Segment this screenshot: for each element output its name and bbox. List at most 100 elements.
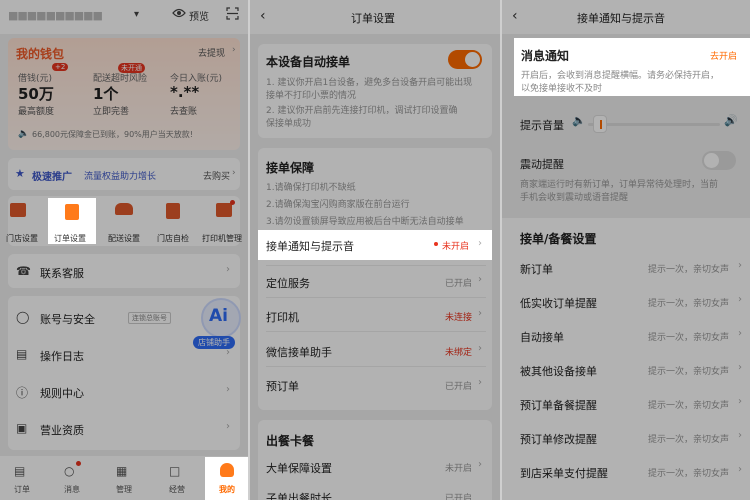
withdraw-link[interactable]: 去提现 [198,46,225,59]
stat-income-value[interactable]: *.** [170,83,199,101]
stat-loan-badge: +2 [52,63,69,71]
settings-row-value: 提示一次，亲切女声 [648,401,730,411]
order-settings-highlight[interactable]: 订单设置 [48,198,96,244]
auto-accept-tip-4: 保接单成功 [266,119,312,129]
printer-row[interactable]: 打印机 [266,309,299,325]
section-title: 接单/备餐设置 [520,232,597,246]
stat-risk-value[interactable]: 1个 [93,83,118,104]
wallet-title: 我的钱包 [16,47,65,61]
volume-knob[interactable] [593,115,608,133]
settings-row-label[interactable]: 自动接单 [520,329,564,345]
location-row[interactable]: 定位服务 [266,275,310,291]
auto-accept-tip-2: 接单不打印小票的情况 [266,91,357,101]
back-icon[interactable]: ‹ [512,8,518,24]
tab-messages[interactable]: 消息 [64,484,80,495]
auto-accept-title: 本设备自动接单 [266,55,351,69]
tool-order-settings[interactable]: 订单设置 [54,233,86,244]
settings-row-label[interactable]: 到店采单支付提醒 [520,465,608,481]
menu-label-service: 联系客服 [40,267,84,280]
auto-accept-tip-3: 2. 建议你开启前先连接打印机，调试打印设置确 [266,106,458,116]
settings-row-label[interactable]: 预订单修改提醒 [520,431,597,447]
wechat-row[interactable]: 微信接单助手 [266,344,332,360]
tab-mine[interactable]: 我的 [219,484,235,495]
message-notify-highlight[interactable]: 消息通知 去开启 开启后，会收到消息提醒横幅。请务必保持开启， 以免接单接收不及… [514,38,750,96]
guarantee-tip-1: 1.请确保打印机不缺纸 [266,183,356,193]
volume-track[interactable] [588,123,720,126]
wallet-notice: 66,800元保障金已到账，90%用户当天放款! [32,130,193,139]
row-divider [266,366,486,367]
assistant-glyph: Ai [209,306,228,326]
volume-label: 提示音量 [520,119,564,132]
large-order-row[interactable]: 大单保障设置 [266,460,332,476]
mine-tab-icon [220,463,234,477]
meal-time-row[interactable]: 子单出餐时长 [266,490,332,500]
menu-label-rules[interactable]: 规则中心 [40,385,84,401]
shop-name[interactable]: ■■■■■■■■■■ [8,9,103,22]
notification-row[interactable]: 接单通知与提示音 [266,238,354,254]
stat-loan-link[interactable]: 最高额度 [18,104,54,117]
settings-row-label[interactable]: 被其他设备接单 [520,363,597,379]
printer-icon[interactable] [216,203,232,217]
location-status: 已开启 [445,279,473,289]
guarantee-tip-2: 2.请确保淘宝闪购商家版在前台运行 [266,200,410,210]
notify-desc-2: 以免接单接收不及时 [521,84,603,94]
tab-business[interactable]: 经营 [169,484,185,495]
settings-row-label[interactable]: 低实收订单提醒 [520,295,597,311]
delivery-settings-icon[interactable] [115,203,133,215]
manage-tab-icon[interactable]: ▦ [116,464,127,478]
tool-self-check[interactable]: 门店自检 [157,233,189,244]
trophy-icon: ★ [15,167,25,180]
chevron-right-icon: › [738,430,742,441]
shield-icon: ◯ [16,310,30,324]
preorder-row[interactable]: 预订单 [266,378,299,394]
speaker-icon: 🔈 [18,129,30,139]
chevron-right-icon: › [738,328,742,339]
auto-accept-toggle[interactable] [448,50,482,69]
tool-store-settings[interactable]: 门店设置 [6,233,38,244]
vibrate-toggle[interactable] [702,151,736,170]
promo-link[interactable]: 去购买 [203,169,230,182]
preview-label[interactable]: 预览 [189,8,209,23]
large-order-status: 未开启 [445,464,473,474]
menu-label-log[interactable]: 操作日志 [40,348,84,364]
self-check-icon[interactable] [166,203,180,219]
notification-row-highlight[interactable]: 接单通知与提示音 未开启 › [258,230,492,260]
tool-delivery-settings[interactable]: 配送设置 [108,233,140,244]
mine-tab-highlight[interactable]: 我的 [205,457,248,500]
business-tab-icon[interactable]: □ [169,464,180,478]
orders-tab-icon[interactable]: ▤ [14,464,25,478]
chevron-right-icon: › [738,396,742,407]
notify-action[interactable]: 去开启 [710,49,737,62]
vibrate-desc-1: 商家端运行时有新订单，订单异常待处理时，当前 [520,180,719,190]
chevron-down-icon[interactable]: ▾ [134,9,139,20]
menu-label-account[interactable]: 账号与安全 [40,311,95,327]
settings-row-label[interactable]: 新订单 [520,261,553,277]
notification-settings-screen: ‹ 接单通知与提示音 提示音量 🔈 🔊 震动提醒 商家端运行时有新订单，订单异常… [502,0,750,500]
volume-high-icon: 🔊 [724,114,738,127]
scan-icon[interactable] [226,7,239,20]
tab-manage[interactable]: 管理 [116,484,132,495]
stat-risk-link[interactable]: 立即完善 [93,104,129,117]
stat-income-link[interactable]: 去查账 [170,104,197,117]
auto-accept-tip-1: 1. 建议你开启1台设备，避免多台设备开启可能出现 [266,78,473,88]
message-tab-icon[interactable]: ○ [64,464,74,478]
message-alert-dot [76,461,81,466]
meal-time-status: 已开启 [445,494,473,500]
settings-row-value: 提示一次，亲切女声 [648,265,730,275]
order-settings-icon [65,204,79,220]
vibrate-desc-2: 手机会收到震动或语音提醒 [520,193,629,203]
store-settings-icon[interactable] [10,203,26,217]
calendar-icon: ▤ [16,347,28,361]
printer-status: 未连接 [445,313,473,323]
settings-row-value: 提示一次，亲切女声 [648,299,730,309]
chevron-right-icon: › [738,362,742,373]
settings-row-label[interactable]: 预订单备餐提醒 [520,397,597,413]
tool-printer-manage[interactable]: 打印机管理 [202,233,242,244]
assistant-label[interactable]: 店铺助手 [193,336,235,349]
stat-loan-value[interactable]: 50万 [18,83,54,104]
chevron-right-icon: › [738,464,742,475]
back-icon[interactable]: ‹ [260,8,266,24]
menu-label-license[interactable]: 营业资质 [40,422,84,438]
tab-orders[interactable]: 订单 [14,484,30,495]
eye-icon[interactable] [172,7,186,19]
